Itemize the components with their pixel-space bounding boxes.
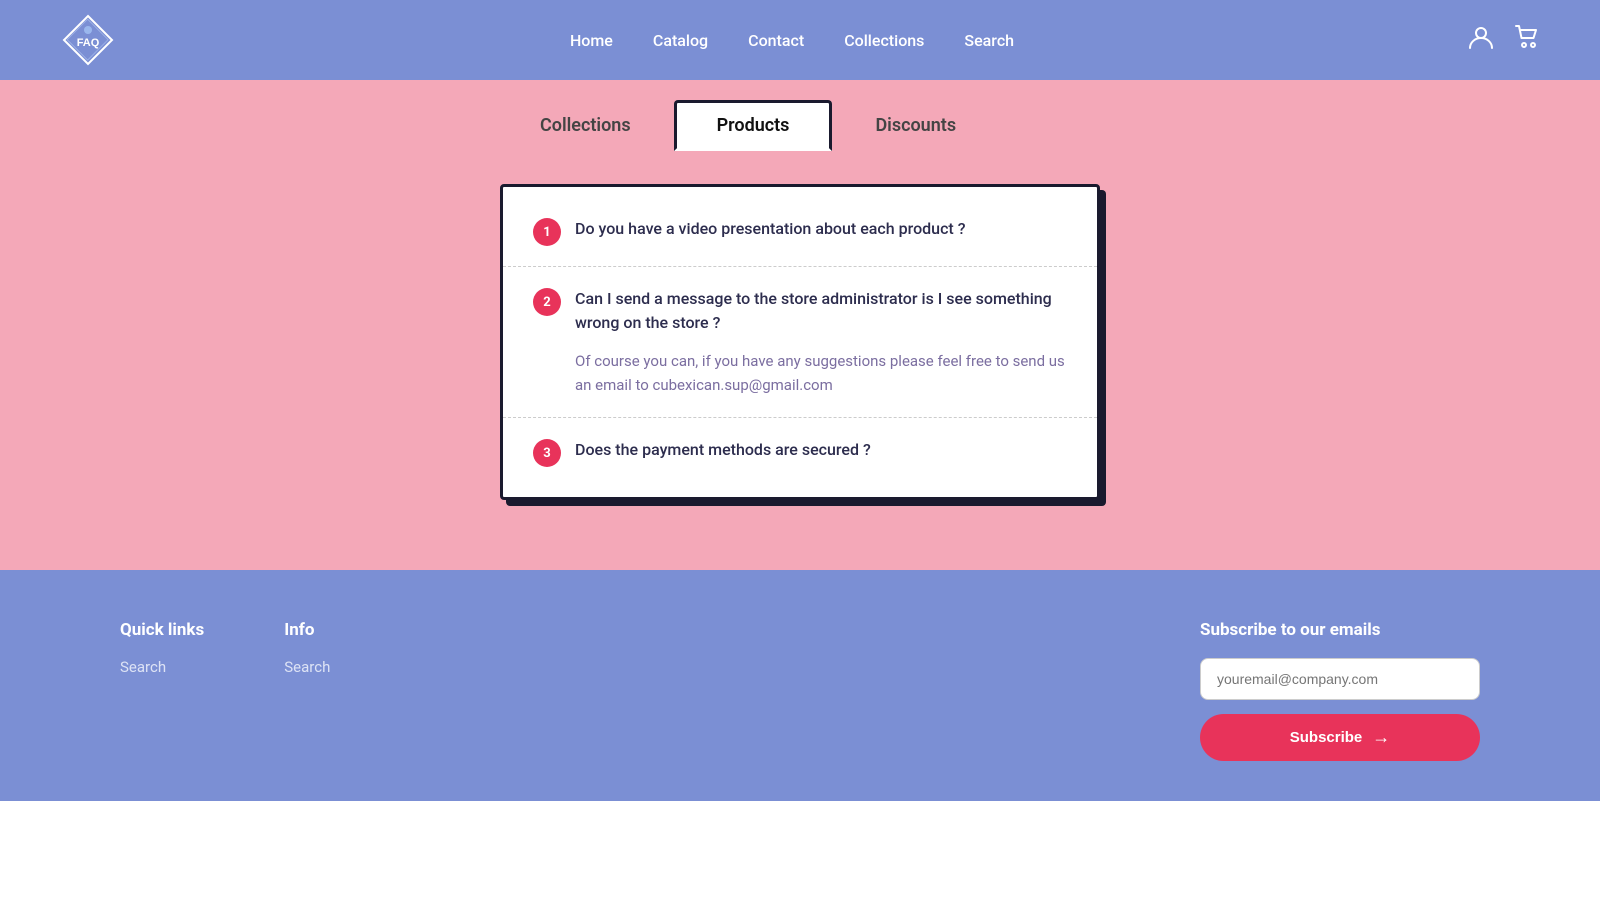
site-header: FAQ Home Catalog Contact Collections Sea…	[0, 0, 1600, 80]
footer-quick-links-heading: Quick links	[120, 620, 204, 640]
tab-products[interactable]: Products	[674, 100, 833, 151]
faq-item-1[interactable]: 1 Do you have a video presentation about…	[503, 197, 1097, 267]
svg-text:FAQ: FAQ	[77, 37, 100, 49]
footer-info: Info Search	[284, 620, 330, 684]
faq-answer-2: Of course you can, if you have any sugge…	[575, 349, 1067, 397]
tab-collections[interactable]: Collections	[497, 100, 674, 151]
faq-question-text-3: Does the payment methods are secured ?	[575, 438, 871, 462]
faq-question-text-2: Can I send a message to the store admini…	[575, 287, 1067, 335]
faq-section: Collections Products Discounts 1 Do you …	[500, 154, 1100, 500]
faq-number-2: 2	[533, 288, 561, 316]
faq-number-1: 1	[533, 218, 561, 246]
faq-question-3: 3 Does the payment methods are secured ?	[533, 438, 1067, 467]
logo[interactable]: FAQ	[60, 12, 116, 68]
nav-catalog[interactable]: Catalog	[653, 31, 708, 50]
subscribe-label: Subscribe	[1290, 729, 1363, 746]
site-footer: Quick links Search Info Search Subscribe…	[0, 570, 1600, 801]
footer-quick-links-search[interactable]: Search	[120, 658, 204, 676]
nav-contact[interactable]: Contact	[748, 31, 804, 50]
logo-icon: FAQ	[60, 12, 116, 68]
nav-collections[interactable]: Collections	[844, 31, 924, 50]
faq-list: 1 Do you have a video presentation about…	[503, 187, 1097, 497]
faq-number-3: 3	[533, 439, 561, 467]
main-content: Collections Products Discounts 1 Do you …	[0, 80, 1600, 570]
tab-discounts[interactable]: Discounts	[832, 100, 999, 151]
email-input[interactable]	[1200, 658, 1480, 700]
footer-subscribe: Subscribe to our emails Subscribe →	[1200, 620, 1480, 761]
faq-question-2: 2 Can I send a message to the store admi…	[533, 287, 1067, 335]
arrow-icon: →	[1372, 727, 1390, 748]
main-nav: Home Catalog Contact Collections Search	[570, 31, 1014, 50]
faq-card: 1 Do you have a video presentation about…	[500, 184, 1100, 500]
faq-item-3[interactable]: 3 Does the payment methods are secured ?	[503, 418, 1097, 487]
footer-info-heading: Info	[284, 620, 330, 640]
faq-item-2[interactable]: 2 Can I send a message to the store admi…	[503, 267, 1097, 418]
footer-info-search[interactable]: Search	[284, 658, 330, 676]
subscribe-button[interactable]: Subscribe →	[1200, 714, 1480, 761]
nav-home[interactable]: Home	[570, 31, 613, 50]
header-icons	[1468, 24, 1540, 56]
tab-bar: Collections Products Discounts	[497, 100, 999, 151]
footer-subscribe-heading: Subscribe to our emails	[1200, 620, 1381, 640]
faq-question-text-1: Do you have a video presentation about e…	[575, 217, 966, 241]
footer-quick-links: Quick links Search	[120, 620, 204, 684]
faq-question-1: 1 Do you have a video presentation about…	[533, 217, 1067, 246]
user-icon[interactable]	[1468, 24, 1494, 56]
cart-icon[interactable]	[1514, 24, 1540, 56]
footer-links: Quick links Search Info Search	[120, 620, 330, 684]
nav-search[interactable]: Search	[964, 31, 1014, 50]
